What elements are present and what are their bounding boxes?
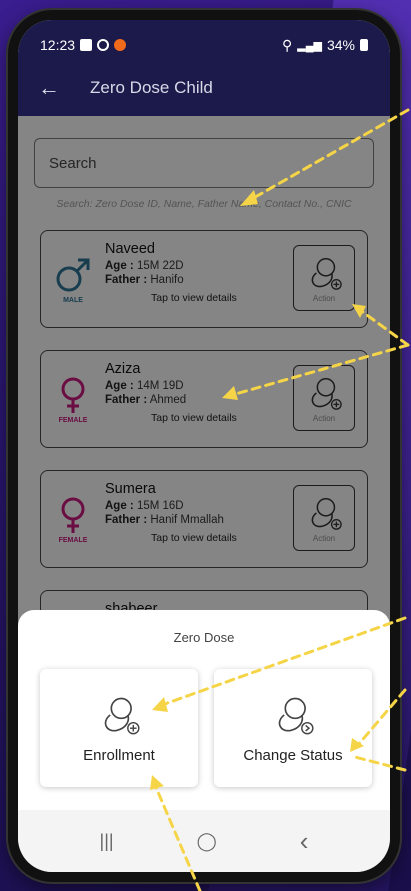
system-nav-bar: ||| ◯ ‹ [18, 810, 390, 872]
status-bar: 12:23 ⚲ ▂▄▆ 34% [18, 20, 390, 60]
signal-icon: ▂▄▆ [297, 39, 322, 52]
app-notification-icon [114, 39, 127, 51]
change-status-label: Change Status [243, 746, 343, 764]
sheet-title: Zero Dose [173, 630, 235, 645]
screen: 12:23 ⚲ ▂▄▆ 34% ← Zero Dose Child Search… [18, 20, 390, 872]
baby-add-icon [104, 697, 140, 734]
enrollment-button[interactable]: Enrollment [40, 669, 198, 787]
app-bar: ← Zero Dose Child [18, 60, 390, 116]
battery-text: 34% [326, 37, 355, 53]
nav-back-icon[interactable]: ‹ [300, 826, 309, 857]
enrollment-label: Enrollment [83, 746, 155, 764]
sync-icon [97, 39, 110, 51]
back-arrow-icon[interactable]: ← [38, 75, 60, 101]
phone-frame: 12:23 ⚲ ▂▄▆ 34% ← Zero Dose Child Search… [8, 10, 400, 882]
battery-icon [360, 39, 368, 51]
status-time: 12:23 [40, 37, 76, 53]
recent-apps-icon[interactable]: ||| [100, 831, 114, 852]
change-status-button[interactable]: Change Status [214, 669, 372, 787]
baby-status-icon [278, 697, 314, 734]
home-icon[interactable]: ◯ [197, 831, 217, 852]
bottom-sheet: Zero Dose Enrollment Change Status [18, 610, 390, 810]
page-title: Zero Dose Child [90, 78, 213, 97]
gallery-icon [80, 39, 93, 51]
location-icon: ⚲ [281, 36, 293, 53]
